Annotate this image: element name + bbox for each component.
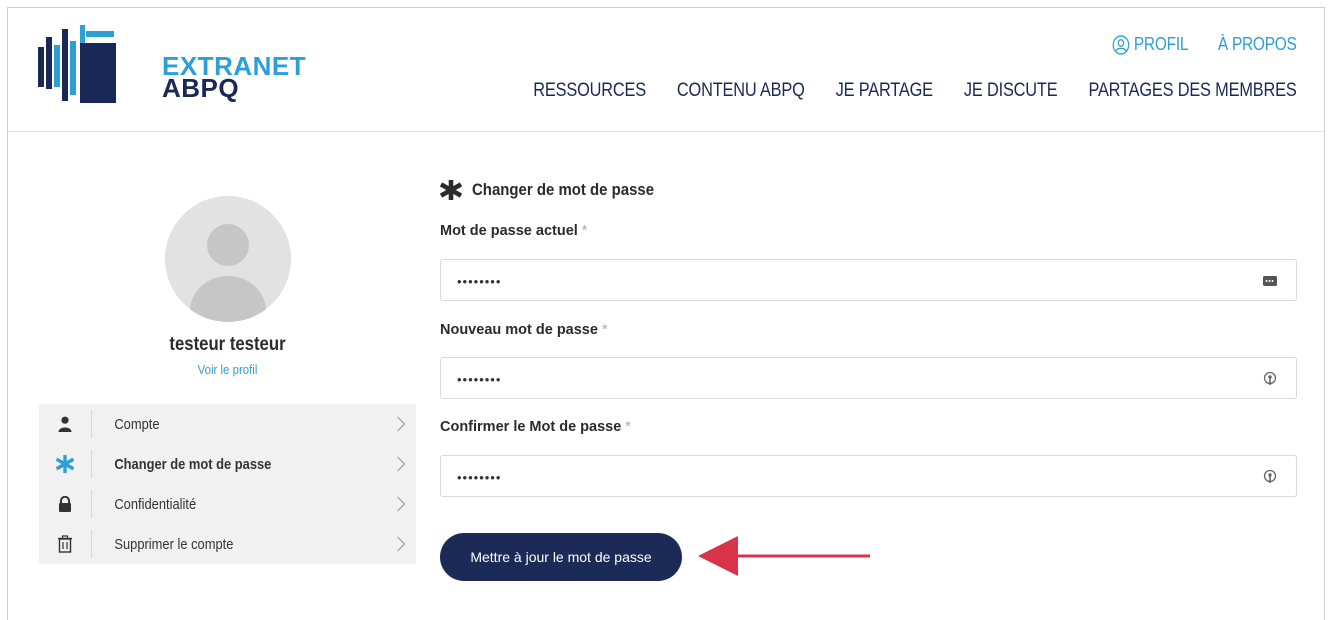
logo[interactable]: EXTRANET ABPQ [38,25,306,105]
chevron-right-icon [397,496,406,512]
asterisk-icon [440,180,462,200]
trash-icon [58,535,72,553]
new-password-field[interactable] [440,357,1297,399]
logo-mark-icon [38,25,116,103]
nav-je-discute[interactable]: JE DISCUTE [964,80,1058,102]
form-title: Changer de mot de passe [472,180,655,199]
chevron-right-icon [397,536,406,552]
account-menu: Compte Changer de mot de passe Confident… [39,404,416,564]
current-password-input[interactable] [457,272,1217,290]
required-mark: * [601,322,608,338]
current-password-field[interactable] [440,259,1297,301]
update-password-button[interactable]: Mettre à jour le mot de passe [440,533,682,581]
about-link[interactable]: À PROPOS [1218,34,1297,55]
new-password-input[interactable] [457,370,1217,388]
nav-je-partage[interactable]: JE PARTAGE [836,80,933,102]
sidebar-item-supprimer-compte[interactable]: Supprimer le compte [39,524,416,564]
nav-partages-des-membres[interactable]: PARTAGES DES MEMBRES [1089,80,1297,102]
key-icon[interactable] [1262,371,1278,387]
current-password-label: Mot de passe actuel * [440,223,587,239]
profile-link[interactable]: PROFIL [1112,34,1189,55]
top-nav: PROFIL À PROPOS [1100,34,1297,55]
nav-ressources[interactable]: RESSOURCES [534,80,647,102]
confirm-password-label-text: Confirmer le Mot de passe [440,419,622,435]
current-password-label-text: Mot de passe actuel [440,223,578,239]
avatar [165,196,291,322]
user-circle-icon [1112,34,1130,55]
form-heading: Changer de mot de passe [440,180,679,200]
chevron-right-icon [397,456,406,472]
site-header: EXTRANET ABPQ PROFIL À PROPOS RESSOURCES… [8,8,1324,132]
confirm-password-input[interactable] [457,468,1217,486]
sidebar-item-confidentialite[interactable]: Confidentialité [39,484,416,524]
nav-contenu-abpq[interactable]: CONTENU ABPQ [677,80,805,102]
sidebar-item-label: Compte [114,415,160,433]
new-password-label: Nouveau mot de passe * [440,322,608,338]
sidebar-item-label: Supprimer le compte [114,535,234,553]
annotation-arrow-icon [698,536,870,576]
required-mark: * [625,419,631,435]
profile-link-label: PROFIL [1133,34,1189,54]
lock-icon [59,496,71,512]
profile-name: testeur testeur [169,334,286,355]
key-icon[interactable] [1262,469,1278,485]
confirm-password-field[interactable] [440,455,1297,497]
sidebar-item-changer-mot-de-passe[interactable]: Changer de mot de passe [39,444,416,484]
main-nav: RESSOURCES CONTENU ABPQ JE PARTAGE JE DI… [503,80,1297,102]
required-mark: * [581,223,588,239]
about-link-label: À PROPOS [1218,34,1297,54]
password-manager-icon[interactable] [1262,273,1278,289]
chevron-right-icon [397,416,406,432]
sidebar-item-label: Confidentialité [114,495,197,513]
view-profile-link[interactable]: Voir le profil [62,362,394,377]
confirm-password-label: Confirmer le Mot de passe * [440,419,631,435]
sidebar-item-compte[interactable]: Compte [39,404,416,444]
asterisk-icon [56,455,74,473]
new-password-label-text: Nouveau mot de passe [440,322,598,338]
sidebar-item-label: Changer de mot de passe [114,455,272,473]
user-icon [58,416,72,432]
